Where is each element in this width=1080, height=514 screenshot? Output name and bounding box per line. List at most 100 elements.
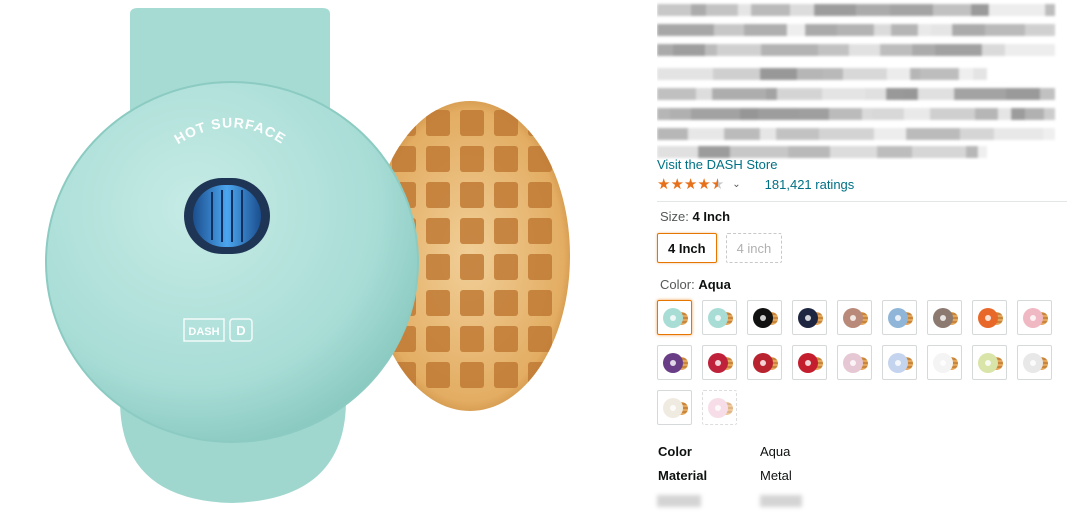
size-option-1[interactable]: 4 inch [725,233,783,263]
swatch-light [670,405,676,411]
waffle-pocket [528,362,552,388]
waffle-pocket [494,326,518,352]
color-swatch-2[interactable] [747,300,782,335]
waffle-pocket [426,218,450,244]
star-icon: ★ [683,175,698,193]
waffle-pocket [528,254,552,280]
waffle-pocket [528,218,552,244]
waffle-pocket [460,218,484,244]
color-swatch-10[interactable] [702,345,737,380]
color-swatch-16[interactable] [972,345,1007,380]
color-swatch-6[interactable] [927,300,962,335]
color-swatch-15[interactable] [927,345,962,380]
waffle-pocket [426,254,450,280]
product-image[interactable]: HOT SURFACE DASH D [0,0,640,509]
swatch-light [670,360,676,366]
swatch-light [1030,315,1036,321]
blurred-spec-value [760,495,802,507]
waffle-pocket [528,146,552,172]
size-option-0[interactable]: 4 Inch [657,233,717,263]
swatch-light [715,405,721,411]
color-swatch-14[interactable] [882,345,917,380]
rating-count-link[interactable]: 181,421 ratings [765,177,855,192]
waffle-pocket [528,290,552,316]
waffle-pocket [460,146,484,172]
star-rating[interactable]: ★ ★ ★ ★ ★ [657,177,724,192]
swatch-light [805,360,811,366]
swatch-light [895,360,901,366]
color-swatch-17[interactable] [1017,345,1052,380]
svg-text:DASH: DASH [188,326,219,338]
waffle-pocket [392,110,416,136]
spec-key: Material [658,468,708,483]
color-swatch-18[interactable] [657,390,692,425]
star-icon: ★ [697,175,711,193]
waffle-pocket [426,146,450,172]
star-icon: ★ [657,175,671,193]
store-link[interactable]: Visit the DASH Store [657,157,777,172]
waffle-pocket [494,362,518,388]
swatch-light [895,315,901,321]
waffle-pocket [494,290,518,316]
swatch-light [850,315,856,321]
swatch-light [715,360,721,366]
color-swatch-9[interactable] [657,345,692,380]
rating-row: ★ ★ ★ ★ ★ ⌄ 181,421 ratings [657,176,854,192]
color-swatch-7[interactable] [972,300,1007,335]
color-swatch-5[interactable] [882,300,917,335]
color-swatch-13[interactable] [837,345,872,380]
spec-value: Metal [760,468,792,483]
waffle-pocket [494,254,518,280]
star-icon: ★ [710,175,725,193]
waffle-maker-photo: HOT SURFACE DASH D [45,8,570,503]
swatch-light [985,360,991,366]
waffle-pocket [528,326,552,352]
waffle-pocket [426,182,450,208]
waffle-pocket [528,182,552,208]
color-swatch-0[interactable] [657,300,692,335]
waffle-pocket [426,110,450,136]
color-swatch-19[interactable] [702,390,737,425]
swatch-light [760,315,766,321]
waffle-pocket [426,362,450,388]
color-swatch-3[interactable] [792,300,827,335]
color-swatch-4[interactable] [837,300,872,335]
waffle-pocket [426,290,450,316]
color-swatch-12[interactable] [792,345,827,380]
swatch-light [1030,360,1036,366]
swatch-light [850,360,856,366]
swatch-light [940,360,946,366]
spec-value: Aqua [760,444,791,459]
color-swatch-11[interactable] [747,345,782,380]
swatch-light [805,315,811,321]
swatch-light [760,360,766,366]
waffle-pocket [392,146,416,172]
waffle-pocket [460,110,484,136]
svg-text:D: D [236,323,245,338]
swatch-light [715,315,721,321]
swatch-light [985,315,991,321]
size-label: Size: 4 Inch [660,209,731,224]
swatch-light [940,315,946,321]
waffle-pocket [460,326,484,352]
divider [657,201,1067,202]
product-info: Visit the DASH Store ★ ★ ★ ★ ★ ⌄ 181,421 rat… [657,0,1067,509]
waffle-pocket [460,254,484,280]
waffle-pocket [460,182,484,208]
spec-row: Material Metal [657,468,957,486]
spec-key: Color [658,444,692,459]
chevron-down-icon[interactable]: ⌄ [732,179,740,190]
star-icon: ★ [670,175,684,193]
color-swatch-8[interactable] [1017,300,1052,335]
waffle-pocket [392,362,416,388]
waffle-pocket [494,146,518,172]
color-swatch-1[interactable] [702,300,737,335]
waffle-pocket [426,326,450,352]
waffle-pocket [460,290,484,316]
size-options: 4 Inch 4 inch [657,233,783,263]
waffle-pocket [528,110,552,136]
spec-row: Color Aqua [657,444,957,462]
waffle-pocket [494,182,518,208]
waffle-pocket [494,218,518,244]
swatch-light [670,315,676,321]
